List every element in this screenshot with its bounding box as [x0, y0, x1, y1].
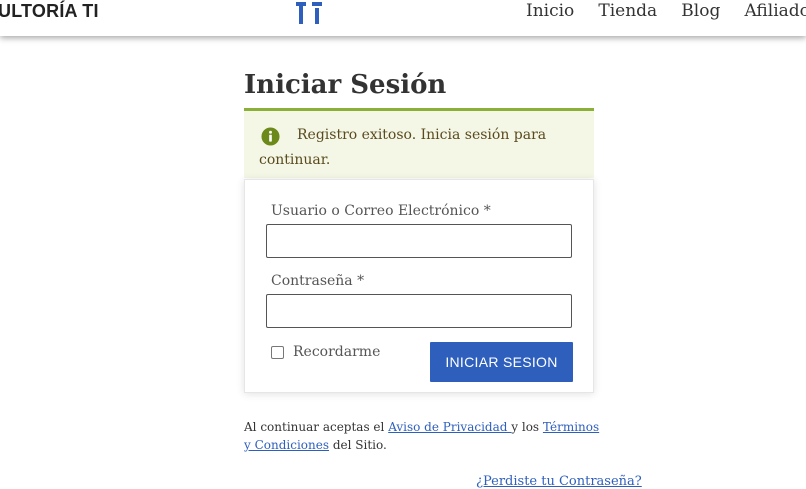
- page-title: Iniciar Sesión: [244, 70, 447, 100]
- nav-item-blog[interactable]: Blog: [681, 1, 720, 21]
- remember-label: Recordarme: [293, 344, 381, 360]
- main-nav: Inicio Tienda Blog Afiliados: [526, 1, 806, 21]
- notice-text: Registro exitoso. Inicia sesión para con…: [259, 127, 547, 168]
- remember-checkbox[interactable]: [271, 346, 284, 359]
- legal-middle: y los: [511, 420, 543, 434]
- login-button[interactable]: INICIAR SESION: [430, 342, 573, 382]
- password-label: Contraseña *: [271, 273, 365, 289]
- forgot-password-link[interactable]: ¿Perdiste tu Contraseña?: [476, 474, 642, 489]
- password-input[interactable]: [266, 294, 572, 328]
- ti-logo-icon[interactable]: [294, 0, 324, 26]
- privacy-link[interactable]: Aviso de Privacidad: [388, 420, 511, 434]
- legal-suffix: del Sitio.: [329, 438, 387, 452]
- nav-item-afiliados[interactable]: Afiliados: [744, 1, 806, 21]
- site-header: ULTORÍA TI Inicio Tienda Blog Afiliados: [0, 0, 806, 36]
- nav-item-tienda[interactable]: Tienda: [598, 1, 657, 21]
- legal-prefix: Al continuar aceptas el: [244, 420, 389, 434]
- login-form: Usuario o Correo Electrónico * Contraseñ…: [244, 179, 594, 393]
- site-brand[interactable]: ULTORÍA TI: [0, 1, 99, 22]
- legal-notice: Al continuar aceptas el Aviso de Privaci…: [244, 418, 604, 454]
- username-input[interactable]: [266, 224, 572, 258]
- success-notice: Registro exitoso. Inicia sesión para con…: [244, 111, 594, 178]
- username-label: Usuario o Correo Electrónico *: [271, 203, 491, 219]
- nav-item-inicio[interactable]: Inicio: [526, 1, 574, 21]
